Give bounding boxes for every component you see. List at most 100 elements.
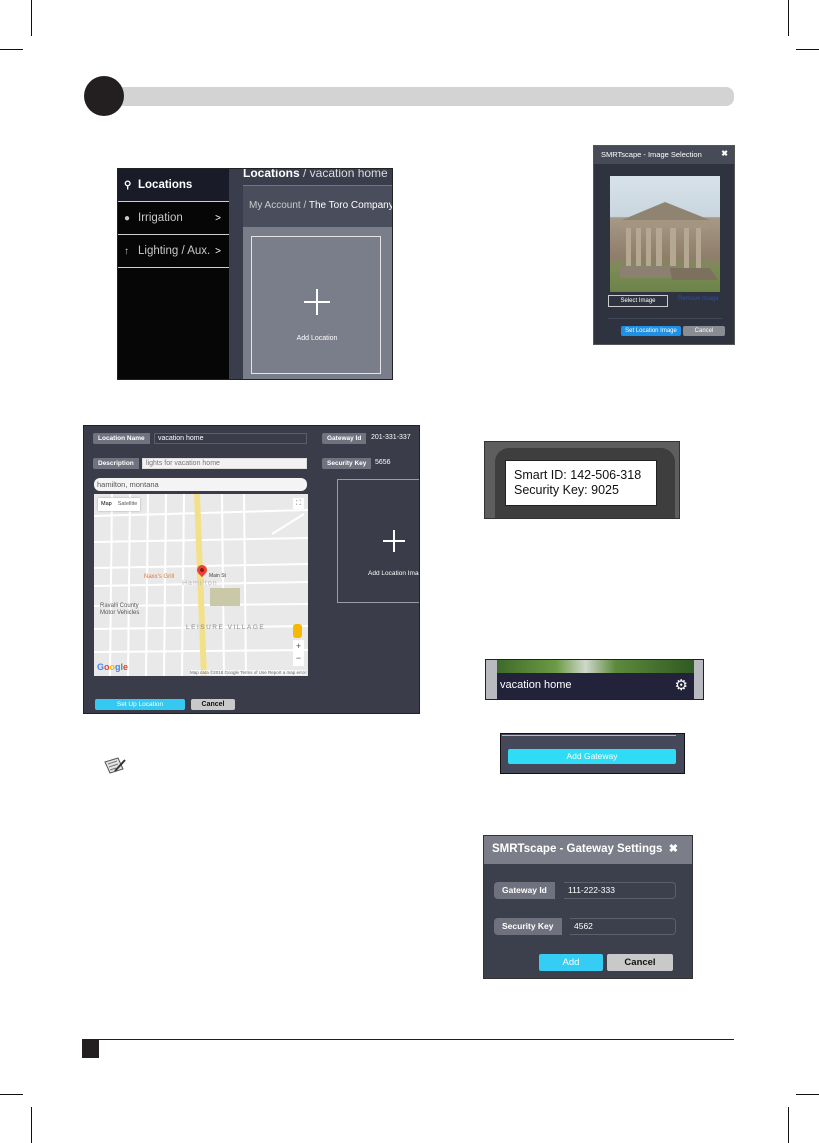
- security-key-label: Security Key: [322, 458, 372, 469]
- park-area: [210, 588, 240, 606]
- add-location-image-button[interactable]: Add Location Image: [337, 479, 419, 603]
- crop-mark: [31, 0, 32, 36]
- crop-mark: [31, 1107, 32, 1143]
- map-street-label: Main St: [209, 573, 226, 579]
- location-tile-image: [497, 660, 694, 673]
- plus-icon: [383, 530, 405, 552]
- gateway-label-photo: Smart ID: 142-506-318 Security Key: 9025: [484, 441, 680, 519]
- street-view-pegman-icon[interactable]: [293, 624, 302, 638]
- fullscreen-icon[interactable]: ⛶: [293, 498, 304, 509]
- add-location-button[interactable]: Add Location: [251, 236, 381, 374]
- sidebar: ⚲ Locations ● Irrigation > ↑ Lighting / …: [118, 169, 229, 379]
- google-logo: Google: [97, 662, 128, 672]
- temple-steps: [670, 268, 718, 280]
- location-tile[interactable]: vacation home ⚙: [485, 659, 704, 700]
- select-image-button[interactable]: Select Image: [608, 295, 668, 307]
- cancel-button[interactable]: Cancel: [683, 326, 725, 336]
- breadcrumb: My Account / The Toro Company: [243, 185, 392, 227]
- divider: [502, 735, 676, 736]
- dialog-title: SMRTscape - Gateway Settings: [492, 843, 663, 855]
- gateway-id-label: Gateway Id: [322, 433, 367, 444]
- gateway-id-input[interactable]: 201-331-337: [368, 433, 419, 444]
- add-location-label: Add Location: [296, 335, 338, 342]
- location-name-input[interactable]: vacation home: [154, 433, 307, 444]
- page-number-box: [82, 1039, 99, 1058]
- close-icon[interactable]: ✖: [721, 149, 728, 158]
- footer-rule: [82, 1039, 734, 1040]
- description-label: Description: [93, 458, 139, 469]
- close-icon[interactable]: ✖: [669, 842, 678, 855]
- security-key-input[interactable]: 5656: [372, 458, 419, 469]
- map-zoom-control: + −: [293, 640, 304, 666]
- crop-mark: [0, 1094, 23, 1095]
- location-tile-bar: vacation home ⚙: [497, 673, 694, 699]
- add-button[interactable]: Add: [539, 954, 603, 971]
- map-poi-dmv-2: Motor Vehicles: [100, 610, 140, 616]
- gateway-id-label: Gateway Id: [494, 882, 555, 899]
- sidebar-item-irrigation[interactable]: ● Irrigation >: [118, 202, 229, 235]
- section-header-bar: [100, 87, 734, 106]
- note-pencil-icon: [103, 756, 127, 776]
- gateway-id-input[interactable]: 111-222-333: [564, 882, 676, 899]
- temple-columns: [626, 228, 701, 270]
- cancel-button[interactable]: Cancel: [607, 954, 673, 971]
- location-image-preview: [610, 176, 720, 292]
- security-key-text: Security Key: 9025: [514, 483, 619, 497]
- map-district-label: LEISURE VILLAGE: [186, 624, 266, 631]
- sidebar-item-label: Irrigation: [138, 212, 183, 224]
- set-location-image-button[interactable]: Set Location Image: [621, 326, 681, 336]
- page-title-location: / vacation home: [299, 168, 388, 180]
- chevron-right-icon: >: [215, 246, 221, 257]
- crop-mark: [788, 0, 789, 36]
- crop-mark: [796, 1094, 819, 1095]
- logo-letter: G: [97, 662, 105, 672]
- map-tab-map[interactable]: Map: [98, 498, 115, 511]
- map-attribution[interactable]: Map data ©2018 Google Terms of Use Repor…: [189, 670, 306, 675]
- temple-roof: [622, 202, 710, 220]
- address-search-input[interactable]: hamilton, montana: [94, 478, 307, 491]
- crop-mark: [788, 1107, 789, 1143]
- zoom-in-button[interactable]: +: [293, 640, 304, 652]
- map-town-label: Hamilton: [182, 580, 218, 587]
- cancel-button[interactable]: Cancel: [191, 699, 235, 710]
- dialog-title: SMRTscape - Image Selection: [601, 150, 702, 159]
- map-view[interactable]: Map Satellite ⛶ Naxx's Grill Ravalli Cou…: [94, 494, 308, 676]
- step-marker: [84, 76, 124, 116]
- locations-main: Locations / vacation home My Account / T…: [229, 168, 392, 379]
- sidebar-item-lighting[interactable]: ↑ Lighting / Aux. >: [118, 235, 229, 268]
- map-poi-dmv-1: Ravalli County: [100, 603, 139, 609]
- security-key-label: Security Key: [494, 918, 562, 935]
- location-card-area: Add Location: [243, 227, 392, 379]
- page-title: Locations / vacation home: [243, 168, 388, 180]
- logo-letter: e: [123, 662, 129, 672]
- remove-image-link[interactable]: Remove Image: [678, 296, 719, 302]
- add-gateway-panel: Add Gateway: [500, 733, 685, 774]
- breadcrumb-company[interactable]: The Toro Company: [309, 200, 392, 211]
- gateway-settings-dialog: SMRTscape - Gateway Settings ✖ Gateway I…: [483, 835, 693, 979]
- security-key-input[interactable]: 4562: [570, 918, 676, 935]
- crop-mark: [0, 49, 23, 50]
- location-tile-title: vacation home: [500, 679, 572, 691]
- map-type-toggle: Map Satellite: [98, 498, 141, 511]
- arrow-up-icon: ↑: [124, 245, 129, 257]
- location-setup-form: Location Name vacation home Description …: [83, 425, 420, 714]
- image-selection-dialog: SMRTscape - Image Selection ✖ Select Ima…: [593, 145, 735, 345]
- map-tab-satellite[interactable]: Satellite: [115, 498, 141, 511]
- location-name-label: Location Name: [93, 433, 150, 444]
- breadcrumb-account[interactable]: My Account /: [249, 200, 309, 211]
- locations-screen: ⚲ Locations ● Irrigation > ↑ Lighting / …: [117, 168, 393, 380]
- sidebar-item-locations[interactable]: ⚲ Locations: [118, 169, 229, 202]
- smart-id-text: Smart ID: 142-506-318: [514, 468, 642, 482]
- add-location-image-label: Add Location Image: [368, 570, 419, 577]
- map-poi-restaurant: Naxx's Grill: [144, 574, 175, 580]
- water-drop-icon: ●: [124, 212, 131, 224]
- gear-icon[interactable]: ⚙: [675, 677, 688, 694]
- device-sticker: Smart ID: 142-506-318 Security Key: 9025: [505, 460, 657, 506]
- description-input[interactable]: lights for vacation home: [142, 458, 307, 469]
- add-gateway-button[interactable]: Add Gateway: [508, 749, 676, 764]
- dialog-header: SMRTscape - Image Selection ✖: [594, 146, 734, 164]
- plus-icon: [304, 289, 330, 315]
- zoom-out-button[interactable]: −: [293, 652, 304, 664]
- temple-photo: [620, 202, 718, 280]
- set-up-location-button[interactable]: Set Up Location: [95, 699, 185, 710]
